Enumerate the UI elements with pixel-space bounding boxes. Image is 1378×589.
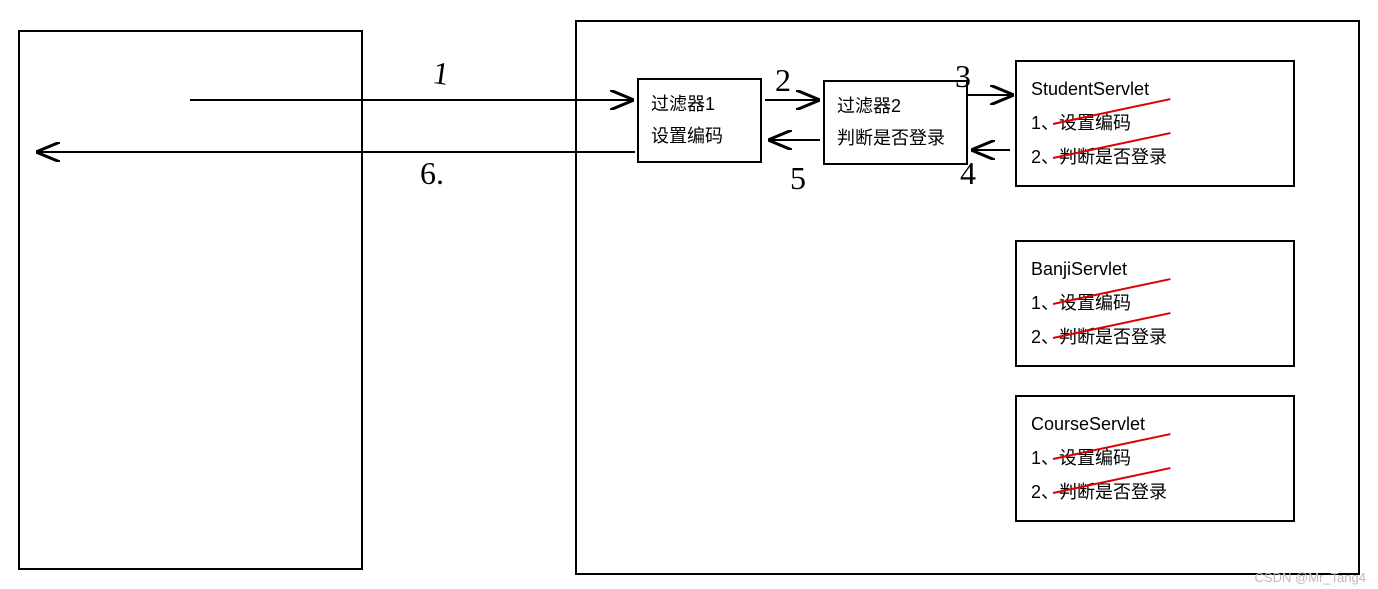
step-number-3: 3 [955, 58, 971, 95]
student-servlet-box: StudentServlet 1、设置编码 2、判断是否登录 [1015, 60, 1295, 187]
filter1-box: 过滤器1 设置编码 [637, 78, 762, 163]
filter2-title: 过滤器2 [837, 90, 954, 122]
filter2-line: 判断是否登录 [837, 122, 954, 154]
filter1-title: 过滤器1 [651, 88, 748, 120]
filter2-box: 过滤器2 判断是否登录 [823, 80, 968, 165]
filter1-line: 设置编码 [651, 120, 748, 152]
course-servlet-box: CourseServlet 1、设置编码 2、判断是否登录 [1015, 395, 1295, 522]
servlet-item: 2、判断是否登录 [1031, 475, 1279, 509]
step-number-4: 4 [960, 155, 976, 192]
banji-servlet-box: BanjiServlet 1、设置编码 2、判断是否登录 [1015, 240, 1295, 367]
step-number-2: 2 [775, 62, 791, 99]
client-box [18, 30, 363, 570]
step-number-5: 5 [790, 160, 806, 197]
step-number-6: 6. [420, 155, 444, 192]
step-number-1: 1 [431, 54, 452, 93]
servlet-item: 2、判断是否登录 [1031, 320, 1279, 354]
servlet-item: 2、判断是否登录 [1031, 140, 1279, 174]
watermark: CSDN @Mr_Tang4 [1255, 570, 1366, 585]
